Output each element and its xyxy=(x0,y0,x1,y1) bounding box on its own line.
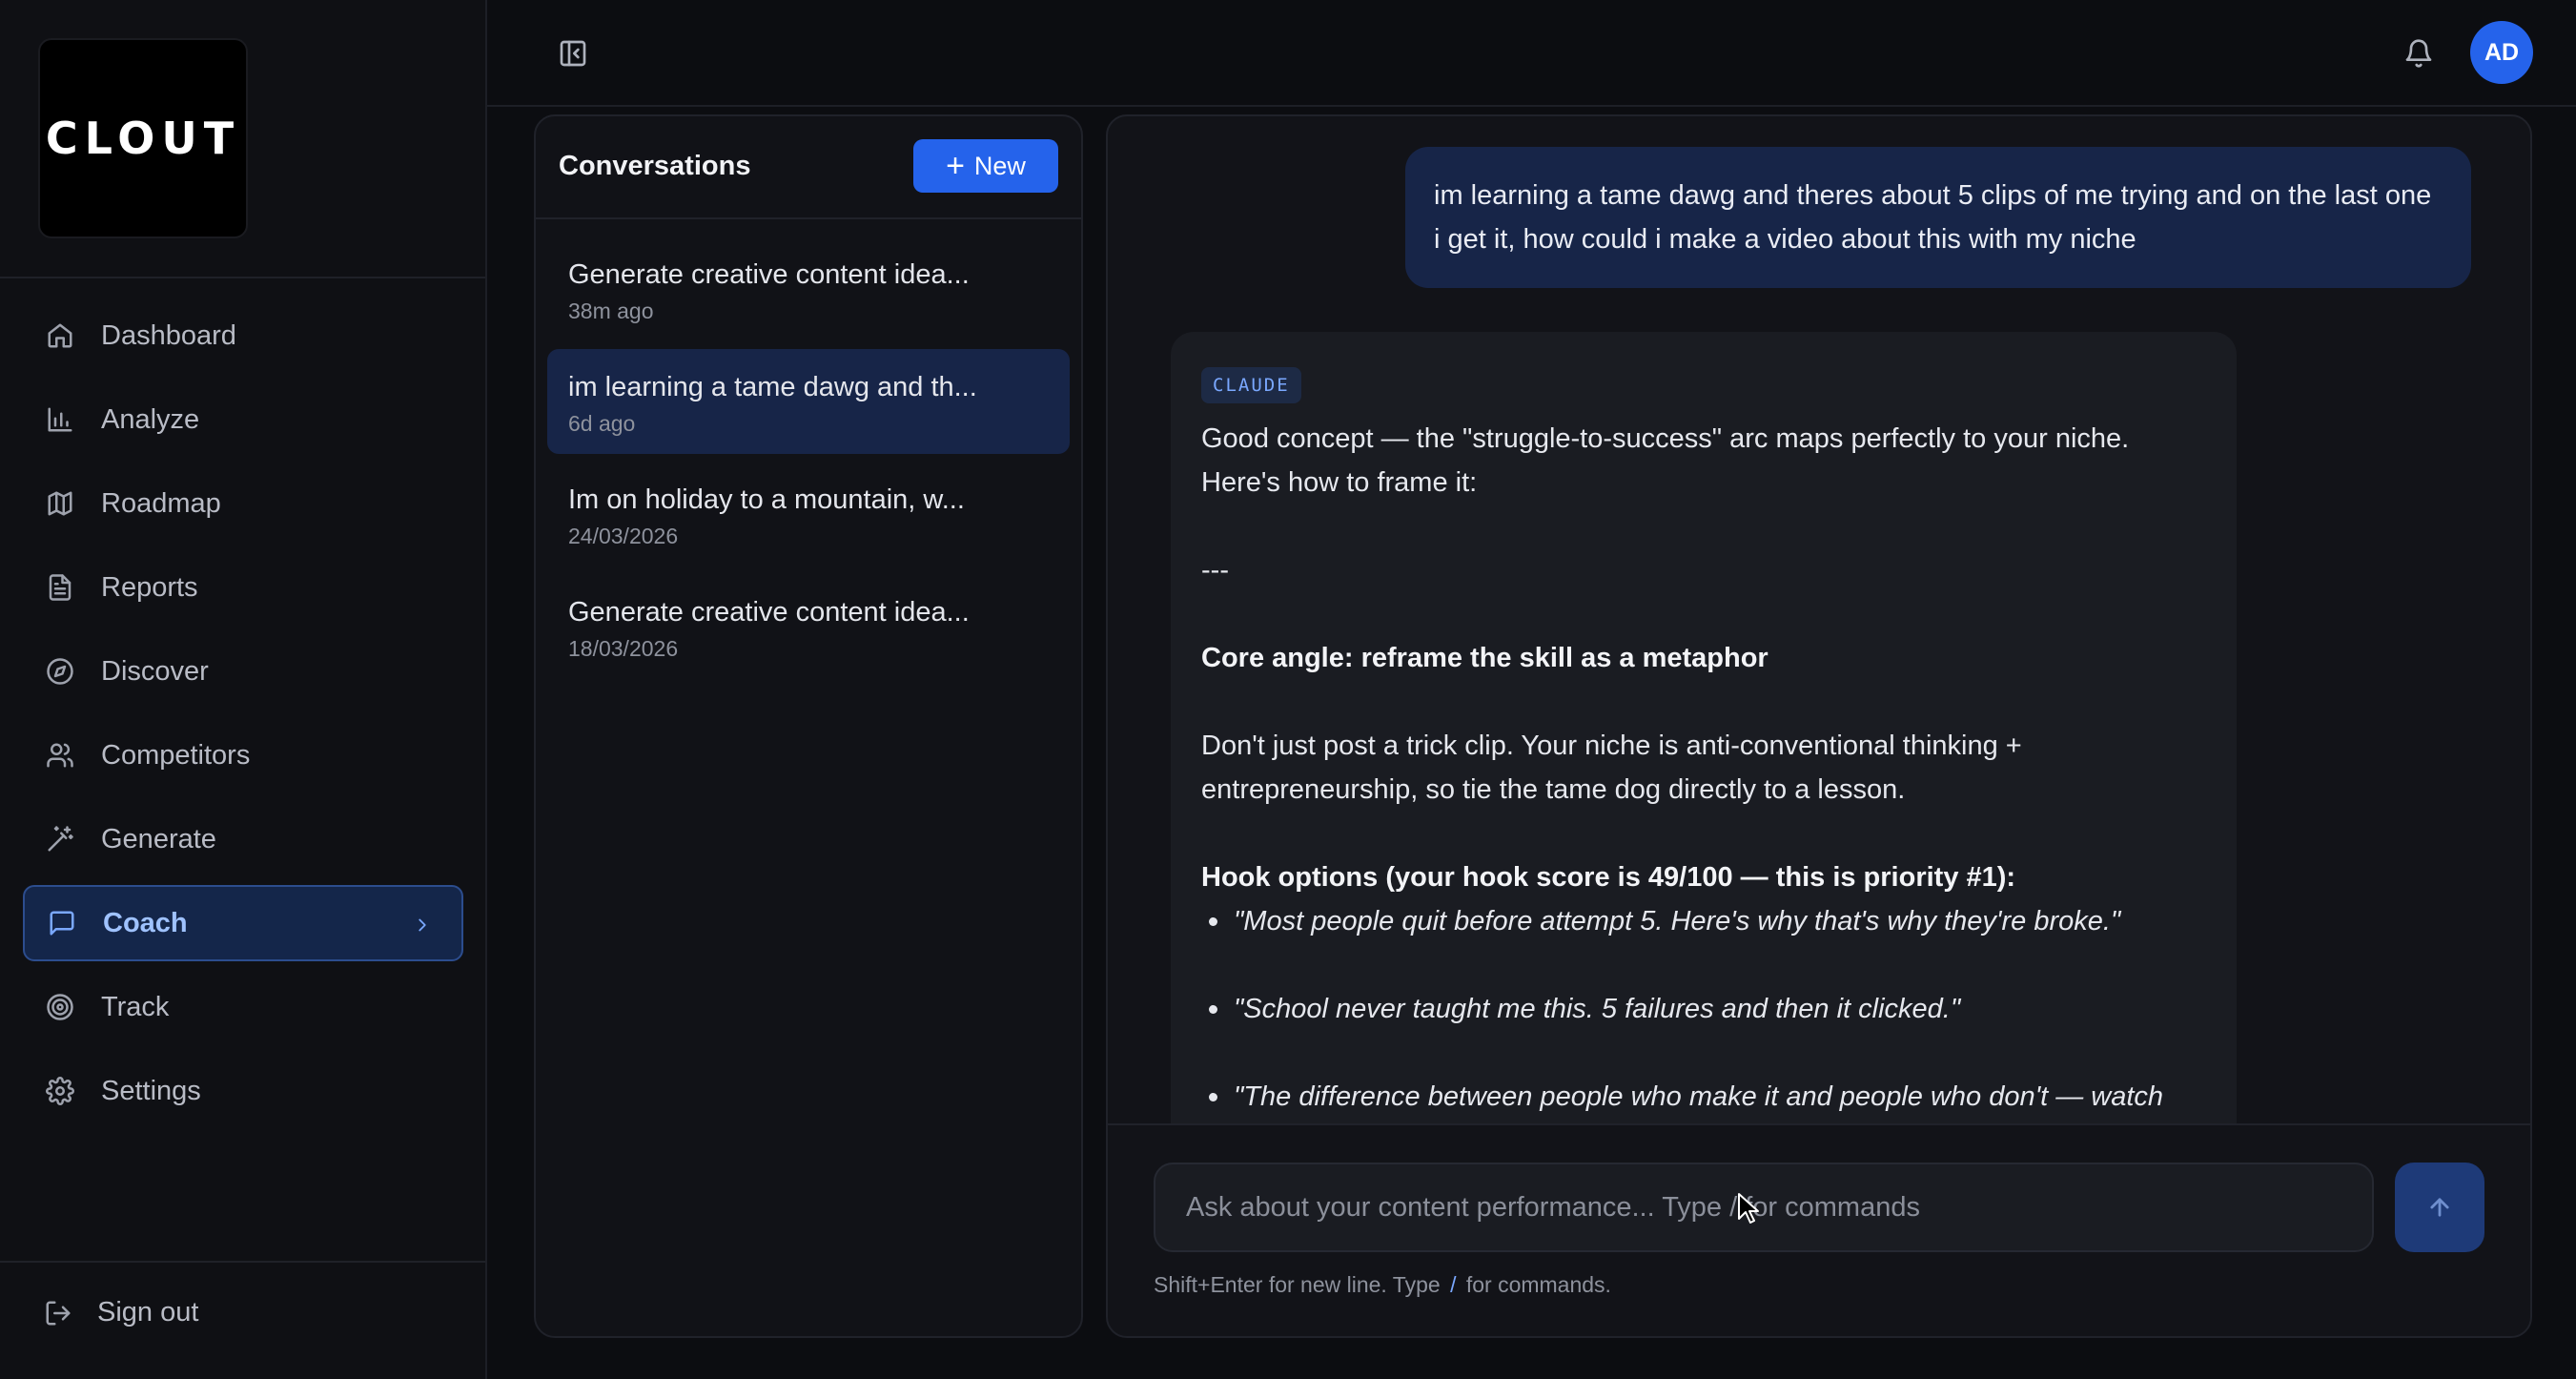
sidebar-item-roadmap[interactable]: Roadmap xyxy=(23,465,463,542)
sidebar-item-label: Analyze xyxy=(101,403,200,435)
sign-out-button[interactable]: Sign out xyxy=(44,1297,198,1328)
app-logo[interactable]: CLOUT xyxy=(38,38,248,238)
sidebar-divider xyxy=(0,277,485,278)
composer-divider xyxy=(1108,1123,2530,1125)
sidebar-item-analyze[interactable]: Analyze xyxy=(23,381,463,458)
sidebar-item-label: Competitors xyxy=(101,739,251,771)
sidebar-item-label: Discover xyxy=(101,655,209,687)
chevron-right-icon xyxy=(412,912,435,935)
conversations-title: Conversations xyxy=(559,151,751,181)
sidebar-item-label: Dashboard xyxy=(101,319,236,351)
users-icon xyxy=(44,739,76,772)
conversation-name: Generate creative content idea... xyxy=(568,597,970,628)
sidebar-item-settings[interactable]: Settings xyxy=(23,1053,463,1129)
compass-icon xyxy=(44,655,76,688)
sidebar-divider xyxy=(0,1261,485,1263)
conversation-item[interactable]: Im on holiday to a mountain, w... 24/03/… xyxy=(547,462,1070,566)
sidebar-item-label: Roadmap xyxy=(101,487,221,519)
assistant-core-angle: Core angle: reframe the skill as a metap… xyxy=(1201,643,1768,673)
assistant-intro: Good concept — the "struggle-to-success"… xyxy=(1201,423,2130,498)
arrow-up-icon xyxy=(2430,1198,2449,1217)
chat-panel: im learning a tame dawg and theres about… xyxy=(1106,114,2532,1338)
map-icon xyxy=(44,487,76,520)
new-conversation-button[interactable]: + New xyxy=(913,139,1058,193)
assistant-badge: CLAUDE xyxy=(1201,367,1301,403)
send-button[interactable] xyxy=(2395,1163,2484,1252)
assistant-separator: --- xyxy=(1201,555,1229,586)
hook-option: "School never taught me this. 5 failures… xyxy=(1201,987,2206,1031)
message-list[interactable]: im learning a tame dawg and theres about… xyxy=(1108,116,2530,1123)
hint-suffix: for commands. xyxy=(1465,1272,1611,1297)
sidebar-item-track[interactable]: Track xyxy=(23,969,463,1045)
hint-prefix: Shift+Enter for new line. Type xyxy=(1154,1272,1441,1297)
file-text-icon xyxy=(44,571,76,604)
sidebar-item-label: Track xyxy=(101,991,170,1022)
new-button-label: New xyxy=(973,151,1026,180)
conversation-name: Generate creative content idea... xyxy=(568,259,970,290)
home-icon xyxy=(44,319,76,352)
conversations-panel: Conversations + New Generate creative co… xyxy=(534,114,1083,1338)
sidebar: CLOUT Dashboard Analyze Roadmap Reports … xyxy=(0,0,487,1379)
conversation-item-active[interactable]: im learning a tame dawg and th... 6d ago xyxy=(547,349,1070,454)
hook-list: "Most people quit before attempt 5. Here… xyxy=(1201,899,2206,1119)
composer-hint: Shift+Enter for new line. Type / for com… xyxy=(1154,1272,1611,1298)
sidebar-item-label: Generate xyxy=(101,823,216,854)
user-message: im learning a tame dawg and theres about… xyxy=(1405,147,2471,288)
message-square-icon xyxy=(46,907,78,939)
sidebar-item-competitors[interactable]: Competitors xyxy=(23,717,463,793)
magic-wand-icon xyxy=(44,823,76,855)
sidebar-item-label: Settings xyxy=(101,1075,201,1106)
conversation-item[interactable]: Generate creative content idea... 38m ag… xyxy=(547,237,1070,341)
conversation-item[interactable]: Generate creative content idea... 18/03/… xyxy=(547,574,1070,679)
collapse-sidebar-button[interactable] xyxy=(554,34,592,72)
conversation-time: 24/03/2026 xyxy=(568,524,679,548)
conversations-header: Conversations + New xyxy=(536,116,1081,219)
assistant-hook-heading: Hook options (your hook score is 49/100 … xyxy=(1201,862,2016,893)
conversation-time: 38m ago xyxy=(568,298,654,323)
hook-option: "Most people quit before attempt 5. Here… xyxy=(1201,899,2206,943)
sidebar-item-generate[interactable]: Generate xyxy=(23,801,463,877)
notifications-button[interactable] xyxy=(2400,34,2438,72)
sign-out-label: Sign out xyxy=(97,1297,199,1328)
sidebar-item-discover[interactable]: Discover xyxy=(23,633,463,710)
sidebar-item-dashboard[interactable]: Dashboard xyxy=(23,298,463,374)
sidebar-item-label: Coach xyxy=(103,907,188,938)
log-out-icon xyxy=(46,1301,71,1325)
sidebar-item-reports[interactable]: Reports xyxy=(23,549,463,626)
sidebar-nav: Dashboard Analyze Roadmap Reports Discov… xyxy=(23,298,463,1137)
mouse-cursor-icon xyxy=(1738,1193,1759,1224)
sidebar-item-label: Reports xyxy=(101,571,198,603)
sidebar-item-coach[interactable]: Coach xyxy=(23,885,463,961)
assistant-body: Don't just post a trick clip. Your niche… xyxy=(1201,731,2022,805)
avatar[interactable]: AD xyxy=(2470,21,2533,84)
top-bar: AD xyxy=(487,0,2576,107)
gear-icon xyxy=(44,1075,76,1107)
target-icon xyxy=(44,991,76,1023)
logo-text: CLOUT xyxy=(45,113,241,164)
panel-left-close-icon xyxy=(560,40,586,67)
chat-input[interactable] xyxy=(1154,1163,2374,1252)
conversation-name: im learning a tame dawg and th... xyxy=(568,372,977,402)
bar-chart-icon xyxy=(44,403,76,436)
hint-slash: / xyxy=(1450,1272,1457,1297)
conversation-time: 6d ago xyxy=(568,411,636,436)
assistant-message: CLAUDE Good concept — the "struggle-to-s… xyxy=(1171,332,2237,1123)
bell-icon xyxy=(2405,39,2432,68)
hook-option: "The difference between people who make … xyxy=(1201,1075,2206,1119)
conversation-time: 18/03/2026 xyxy=(568,636,679,661)
plus-icon: + xyxy=(946,148,965,184)
conversation-name: Im on holiday to a mountain, w... xyxy=(568,484,965,515)
conversation-list: Generate creative content idea... 38m ag… xyxy=(536,219,1081,704)
